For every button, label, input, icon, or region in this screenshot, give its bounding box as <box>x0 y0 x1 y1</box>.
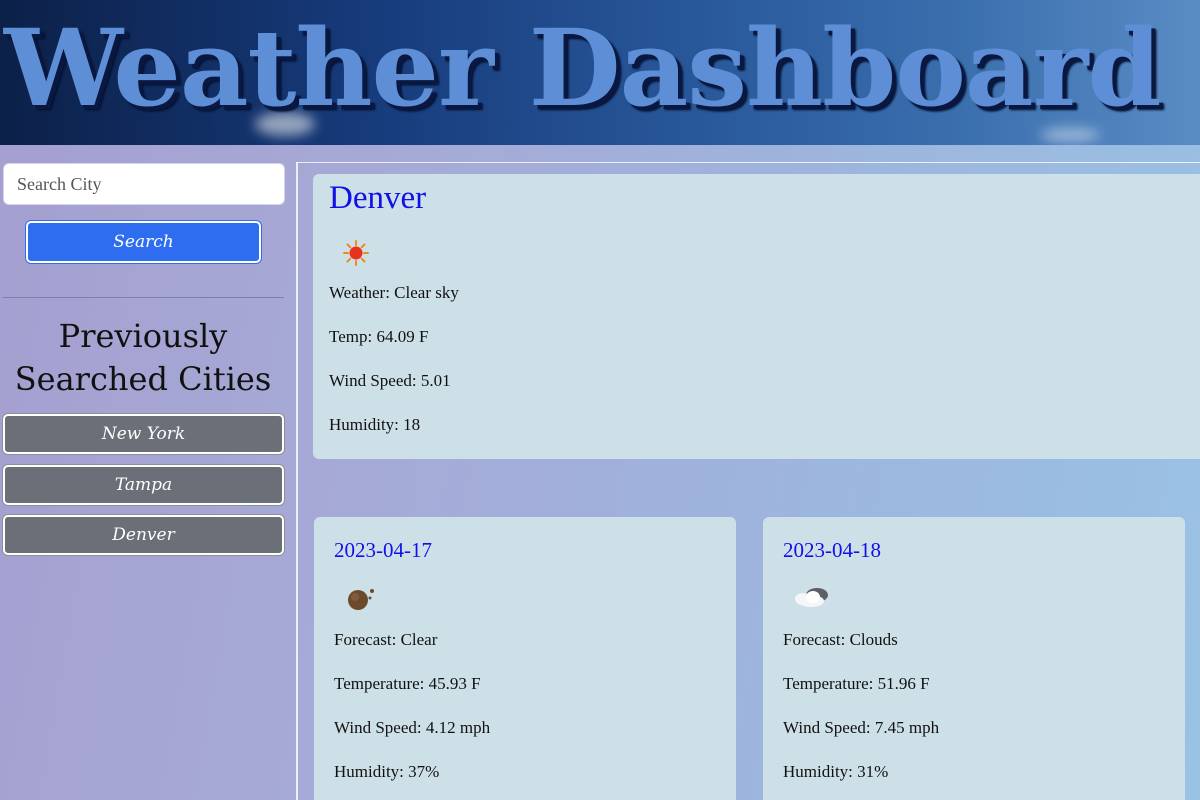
current-weather-desc: Weather: Clear sky <box>329 283 459 302</box>
search-input[interactable] <box>3 163 285 205</box>
current-humidity: Humidity: 18 <box>329 415 421 434</box>
sun-icon <box>343 240 369 266</box>
current-weather-card: Denver Weather: Clear sky Temp: 64.09 F … <box>313 174 1200 459</box>
content-border <box>296 162 1200 163</box>
forecast-wind: Wind Speed: 7.45 mph <box>783 718 940 737</box>
current-city-name: Denver <box>329 180 427 216</box>
forecast-humidity: Humidity: 31% <box>783 762 889 781</box>
history-item-tampa[interactable]: Tampa <box>3 465 284 505</box>
forecast-humidity: Humidity: 37% <box>334 762 440 781</box>
current-temp: Temp: 64.09 F <box>329 327 429 346</box>
forecast-condition: Forecast: Clouds <box>783 630 898 649</box>
search-button[interactable]: Search <box>26 221 261 263</box>
forecast-temperature: Temperature: 45.93 F <box>334 674 481 693</box>
forecast-condition: Forecast: Clear <box>334 630 438 649</box>
page-title: Weather Dashboard <box>4 5 1162 130</box>
cloud-decoration <box>1040 128 1100 142</box>
sidebar: Search Previously Searched Cities New Yo… <box>0 145 296 800</box>
sidebar-divider <box>2 297 284 298</box>
forecast-card: 2023-04-17 Forecast: Clear Temperature: … <box>314 517 736 800</box>
current-wind: Wind Speed: 5.01 <box>329 371 451 390</box>
header-banner: Weather Dashboard <box>0 0 1200 145</box>
forecast-wind: Wind Speed: 4.12 mph <box>334 718 491 737</box>
content-border <box>296 162 298 800</box>
forecast-date: 2023-04-18 <box>783 538 881 562</box>
forecast-temperature: Temperature: 51.96 F <box>783 674 930 693</box>
forecast-card: 2023-04-18 Forecast: Clouds Temperature:… <box>763 517 1185 800</box>
history-item-new-york[interactable]: New York <box>3 414 284 454</box>
clear-night-icon <box>348 589 374 610</box>
history-title: Previously Searched Cities <box>14 317 272 398</box>
history-item-denver[interactable]: Denver <box>3 515 284 555</box>
clouds-icon <box>795 588 828 607</box>
forecast-date: 2023-04-17 <box>334 538 432 562</box>
